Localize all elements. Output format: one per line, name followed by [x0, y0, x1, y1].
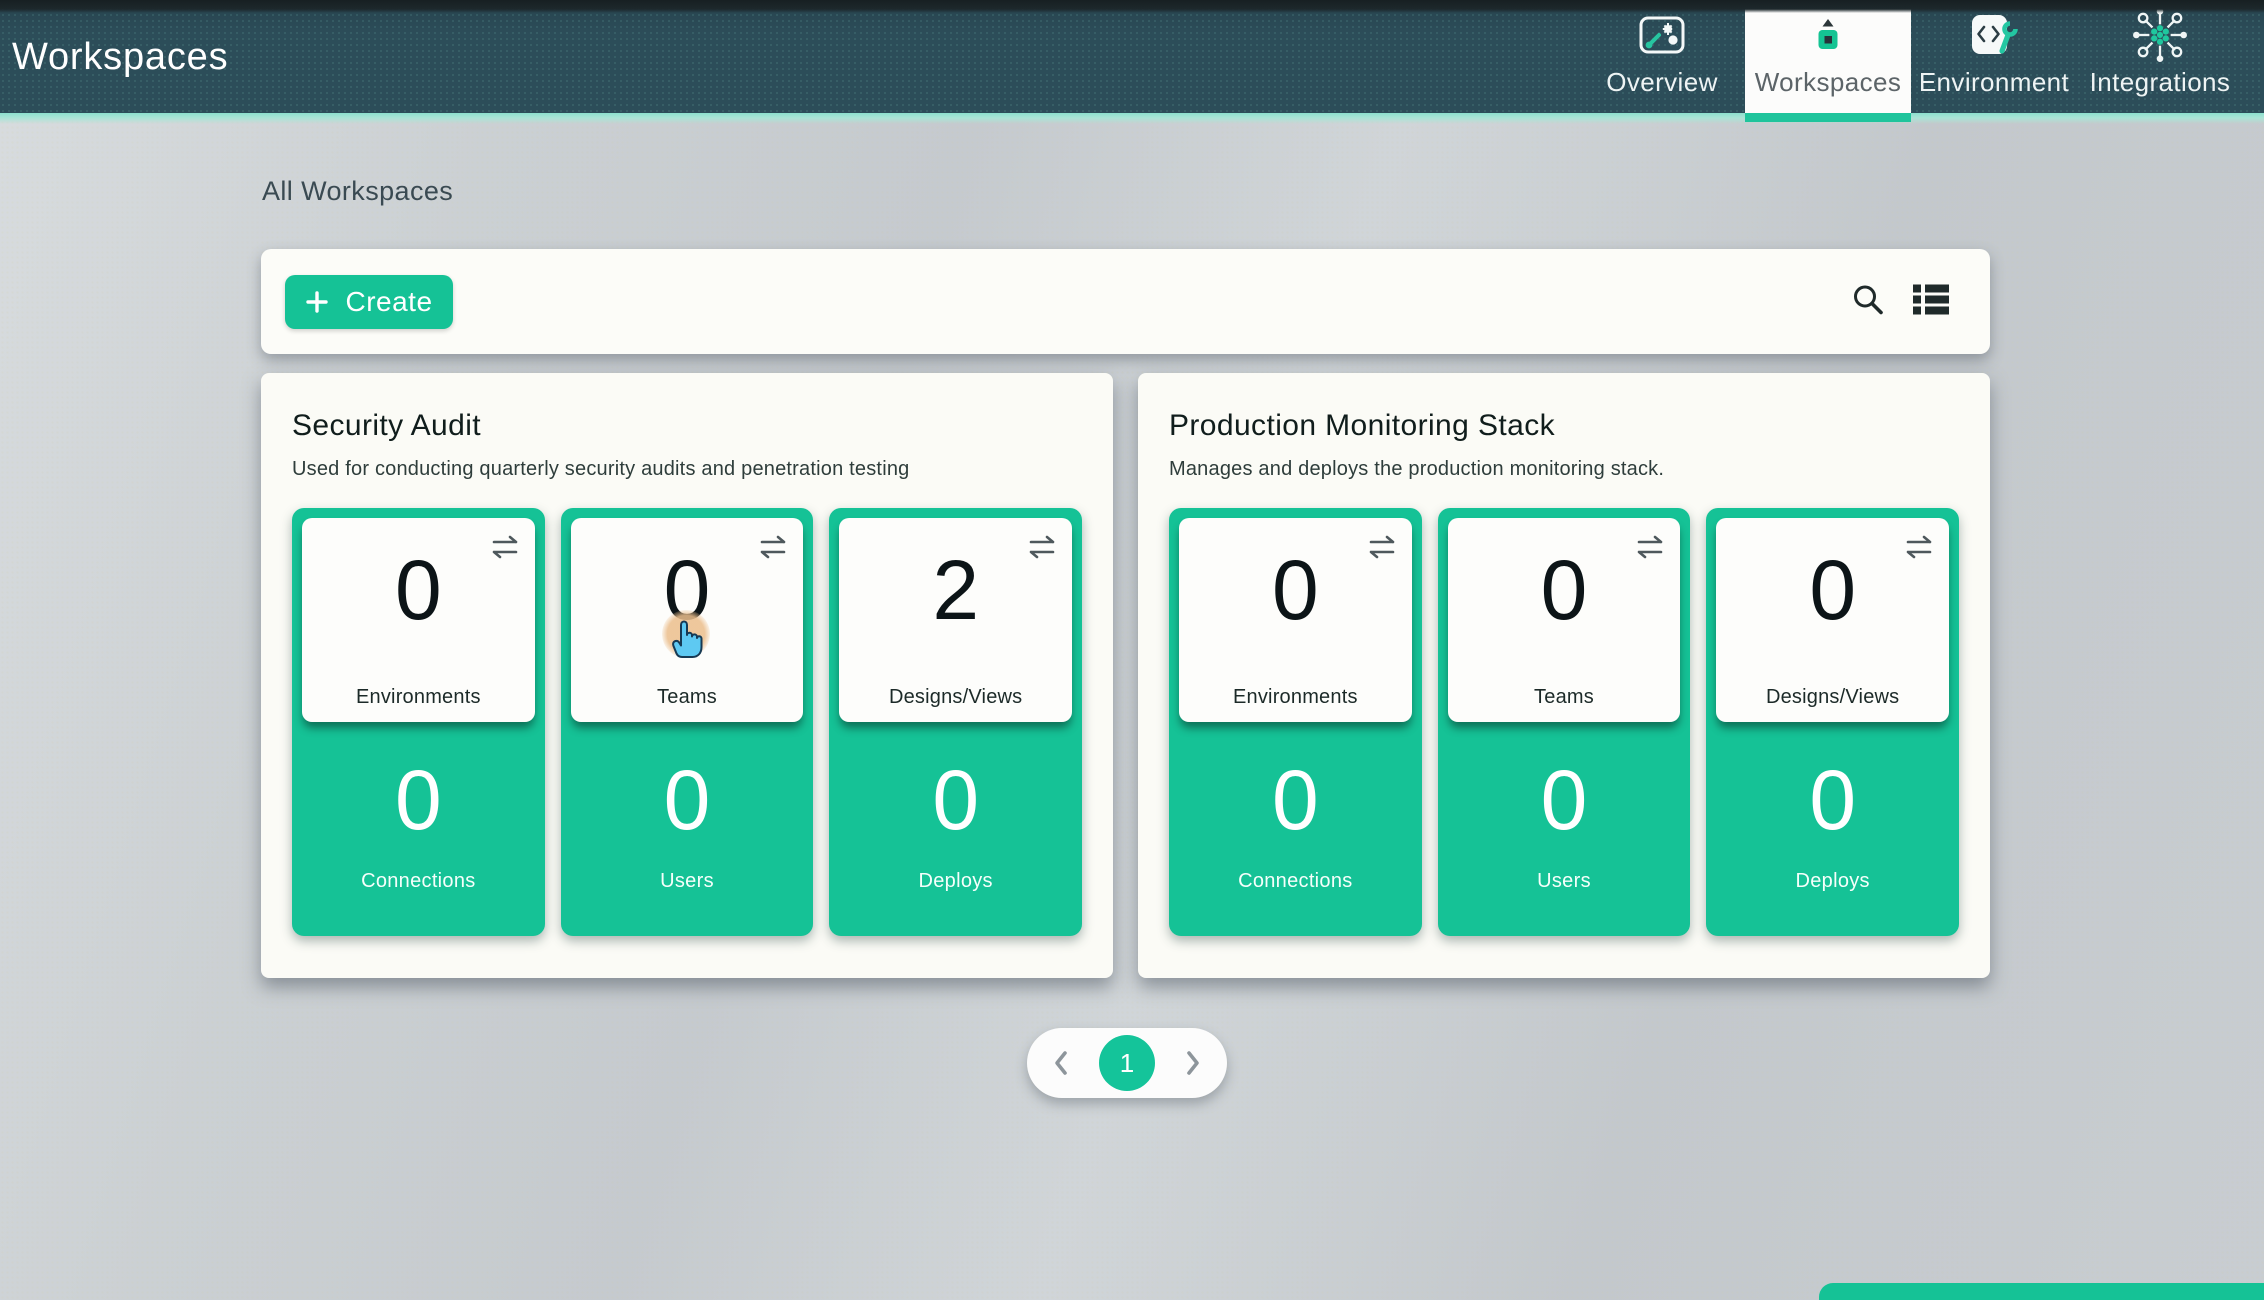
workspaces-toolbar: Create — [261, 249, 1990, 354]
main-nav: Overview Workspaces Environment Integrat… — [1579, 0, 2243, 113]
chevron-left-icon[interactable] — [1053, 1049, 1069, 1077]
swap-arrows-icon[interactable] — [1026, 534, 1058, 565]
stat-column-designs: 2 Designs/Views 0 Deploys — [829, 508, 1082, 936]
page-title: Workspaces — [12, 36, 228, 79]
stat-value: 0 — [1809, 544, 1856, 636]
stat-value: 0 — [395, 754, 442, 846]
pagination: 1 — [1027, 1028, 1227, 1098]
stat-label: Deploys — [919, 870, 993, 893]
stat-value: 0 — [1809, 754, 1856, 846]
window-top-strip — [0, 0, 2264, 13]
stat-label: Teams — [571, 686, 804, 709]
header-accent-strip — [0, 113, 2264, 124]
stat-tile-designs-views[interactable]: 0 Designs/Views — [1716, 518, 1949, 722]
environment-icon — [1968, 9, 2020, 61]
swap-arrows-icon[interactable] — [1366, 534, 1398, 565]
stat-label: Connections — [361, 870, 475, 893]
nav-item-environment[interactable]: Environment — [1911, 0, 2077, 113]
nav-item-integrations[interactable]: Integrations — [2077, 0, 2243, 113]
nav-label: Environment — [1919, 67, 2069, 98]
create-button[interactable]: Create — [285, 275, 453, 329]
stat-value: 0 — [932, 754, 979, 846]
overview-icon — [1639, 9, 1685, 61]
workspaces-icon — [1815, 9, 1841, 61]
page-number-button[interactable]: 1 — [1099, 1035, 1155, 1091]
plus-icon — [305, 290, 329, 314]
stat-label: Designs/Views — [839, 686, 1072, 709]
workspace-description: Manages and deploys the production monit… — [1169, 458, 1959, 481]
list-view-icon[interactable] — [1913, 284, 1949, 319]
stat-label: Users — [660, 870, 714, 893]
stat-tile-environments[interactable]: 0 Environments — [302, 518, 535, 722]
swap-arrows-icon[interactable] — [757, 534, 789, 565]
search-icon[interactable] — [1851, 282, 1885, 321]
stat-tile-deploys: 0 Deploys — [829, 722, 1082, 936]
workspace-card-production-monitoring[interactable]: Production Monitoring Stack Manages and … — [1138, 373, 1990, 978]
workspace-title: Security Audit — [292, 409, 1082, 443]
stat-tile-users: 0 Users — [1438, 722, 1691, 936]
workspace-cards-row: Security Audit Used for conducting quart… — [261, 373, 1990, 978]
swap-arrows-icon[interactable] — [1903, 534, 1935, 565]
stat-column-designs: 0 Designs/Views 0 Deploys — [1706, 508, 1959, 936]
nav-item-overview[interactable]: Overview — [1579, 0, 1745, 113]
nav-label: Overview — [1606, 67, 1718, 98]
stat-tile-teams[interactable]: 0 Teams — [1448, 518, 1681, 722]
stat-value: 0 — [1272, 754, 1319, 846]
swap-arrows-icon[interactable] — [1634, 534, 1666, 565]
stat-column-teams: 0 Teams 0 Users — [561, 508, 814, 936]
stat-tile-designs-views[interactable]: 2 Designs/Views — [839, 518, 1072, 722]
stat-value: 0 — [1541, 544, 1588, 636]
toast-peek[interactable] — [1819, 1283, 2264, 1300]
nav-label: Integrations — [2090, 67, 2231, 98]
stat-value: 2 — [932, 544, 979, 636]
stat-tile-connections: 0 Connections — [1169, 722, 1422, 936]
stat-tile-connections: 0 Connections — [292, 722, 545, 936]
create-button-label: Create — [345, 286, 432, 318]
stat-label: Connections — [1238, 870, 1352, 893]
stat-value: 0 — [1541, 754, 1588, 846]
chevron-right-icon[interactable] — [1185, 1049, 1201, 1077]
stat-label: Teams — [1448, 686, 1681, 709]
stat-column-environments: 0 Environments 0 Connections — [1169, 508, 1422, 936]
workspace-title: Production Monitoring Stack — [1169, 409, 1959, 443]
stat-tile-environments[interactable]: 0 Environments — [1179, 518, 1412, 722]
nav-label: Workspaces — [1755, 67, 1902, 98]
stat-value: 0 — [395, 544, 442, 636]
stat-columns: 0 Environments 0 Connections 0 Teams 0 U… — [1169, 508, 1959, 936]
stat-tile-users: 0 Users — [561, 722, 814, 936]
workspace-description: Used for conducting quarterly security a… — [292, 458, 1082, 481]
section-title: All Workspaces — [262, 176, 453, 207]
stat-label: Environments — [302, 686, 535, 709]
integrations-icon — [2131, 9, 2189, 61]
active-tab-underline — [1745, 113, 1911, 122]
stat-column-teams: 0 Teams 0 Users — [1438, 508, 1691, 936]
nav-item-workspaces[interactable]: Workspaces — [1745, 0, 1911, 113]
stat-value: 0 — [1272, 544, 1319, 636]
swap-arrows-icon[interactable] — [489, 534, 521, 565]
stat-label: Users — [1537, 870, 1591, 893]
stat-label: Designs/Views — [1716, 686, 1949, 709]
stat-value: 0 — [664, 754, 711, 846]
workspace-card-security-audit[interactable]: Security Audit Used for conducting quart… — [261, 373, 1113, 978]
stat-label: Deploys — [1796, 870, 1870, 893]
app-header: Workspaces Overview Workspaces Environme… — [0, 0, 2264, 113]
stat-columns: 0 Environments 0 Connections 0 Teams 0 U… — [292, 508, 1082, 936]
stat-tile-teams[interactable]: 0 Teams — [571, 518, 804, 722]
stat-tile-deploys: 0 Deploys — [1706, 722, 1959, 936]
stat-value: 0 — [664, 544, 711, 636]
stat-column-environments: 0 Environments 0 Connections — [292, 508, 545, 936]
stat-label: Environments — [1179, 686, 1412, 709]
